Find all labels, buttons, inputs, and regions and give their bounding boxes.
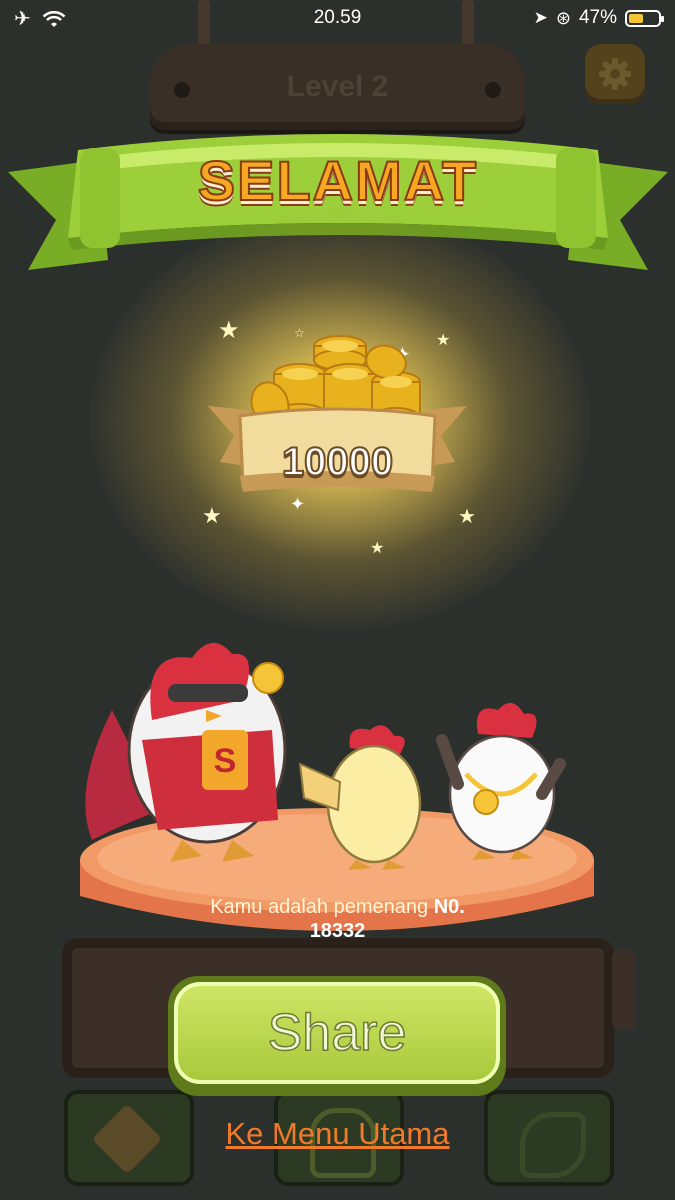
lock-rotation-icon: ⊛: [555, 7, 571, 28]
winner-prefix: Kamu adalah pemenang: [210, 896, 434, 918]
status-bar: ✈ 20.59 ➤ ⊛ 47%: [0, 0, 675, 36]
battery-icon: [625, 9, 664, 27]
main-menu-link[interactable]: Ke Menu Utama: [0, 1116, 675, 1152]
winner-text: Kamu adalah pemenang N0.: [0, 896, 675, 919]
star-icon: ★: [370, 538, 385, 557]
settings-gear-icon: [599, 58, 631, 90]
winner-rank-label: N0.: [433, 896, 465, 918]
settings-button[interactable]: [585, 44, 645, 104]
coin-amount: 10000: [281, 439, 394, 485]
location-arrow-icon: ➤: [533, 8, 548, 27]
share-button[interactable]: Share: [168, 976, 506, 1096]
rooster-character: S: [85, 642, 287, 862]
svg-text:S: S: [214, 742, 237, 780]
level-label: Level 2: [286, 70, 389, 103]
coin-reward: [208, 335, 467, 492]
hen-character: [436, 702, 566, 860]
banner-title: SELAMAT: [197, 148, 479, 213]
battery-percent: 47%: [578, 7, 617, 28]
status-right: ➤ ⊛ 47%: [533, 7, 664, 29]
share-button-label: Share: [174, 982, 500, 1084]
chick-character: [298, 725, 422, 870]
level-sign: Level 2: [150, 44, 525, 130]
board-handle: [612, 950, 636, 1030]
